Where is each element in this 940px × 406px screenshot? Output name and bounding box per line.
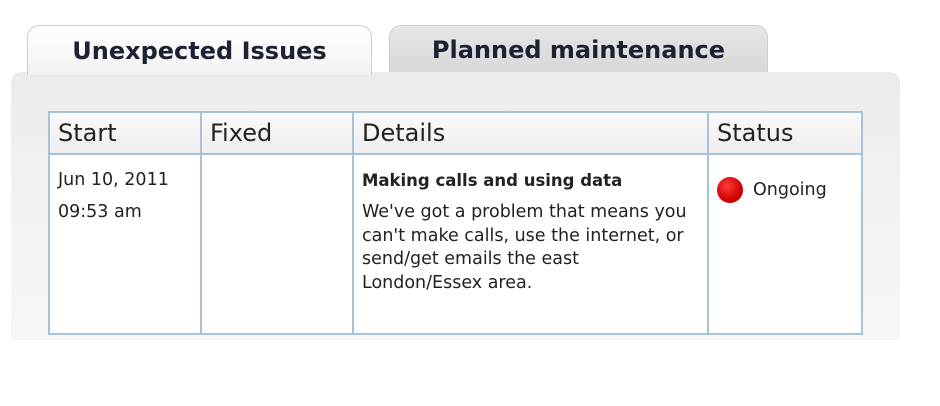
red-dot-icon bbox=[717, 177, 743, 203]
issues-table: Start Fixed Details Status Jun 10, 2011 … bbox=[48, 111, 863, 335]
column-header-fixed: Fixed bbox=[200, 111, 354, 155]
fixed-cell bbox=[200, 153, 354, 335]
column-header-start: Start bbox=[48, 111, 202, 155]
table-header-row: Start Fixed Details Status bbox=[48, 111, 863, 155]
issue-title: Making calls and using data bbox=[362, 171, 623, 190]
tab-label: Unexpected Issues bbox=[72, 36, 327, 65]
column-header-status: Status bbox=[707, 111, 863, 155]
start-time: 09:53 am bbox=[58, 202, 142, 222]
table-row: Jun 10, 2011 09:53 am Making calls and u… bbox=[48, 153, 863, 335]
status-text: Ongoing bbox=[753, 179, 827, 200]
column-header-details: Details bbox=[352, 111, 709, 155]
tab-label: Planned maintenance bbox=[431, 35, 726, 64]
tab-unexpected-issues[interactable]: Unexpected Issues bbox=[27, 25, 372, 75]
start-date: Jun 10, 2011 bbox=[58, 170, 169, 190]
details-cell: Making calls and using data We've got a … bbox=[352, 153, 709, 335]
tab-planned-maintenance[interactable]: Planned maintenance bbox=[389, 25, 768, 73]
issue-description: We've got a problem that means you can't… bbox=[362, 202, 687, 293]
status-cell: Ongoing bbox=[707, 153, 863, 335]
start-cell: Jun 10, 2011 09:53 am bbox=[48, 153, 202, 335]
